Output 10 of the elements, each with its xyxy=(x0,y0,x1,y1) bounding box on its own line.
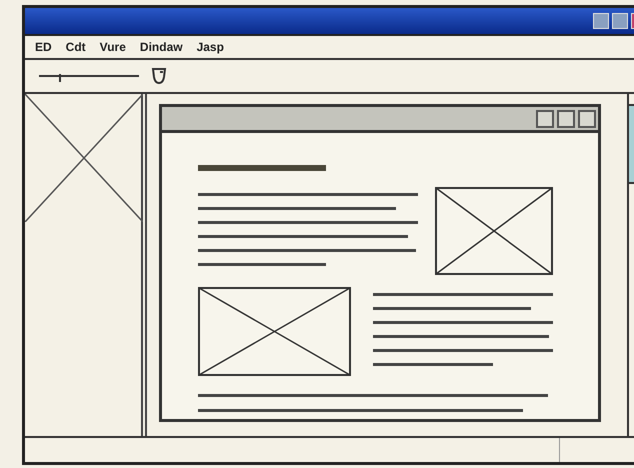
menu-item[interactable]: Cdt xyxy=(66,38,86,56)
slider[interactable] xyxy=(39,72,139,80)
minimize-button[interactable] xyxy=(536,110,554,128)
cup-icon[interactable] xyxy=(151,67,167,85)
menu-item[interactable]: ED xyxy=(35,38,52,56)
maximize-button[interactable] xyxy=(557,110,575,128)
close-button[interactable] xyxy=(578,110,596,128)
menu-item[interactable]: Dindaw xyxy=(140,38,183,56)
menu-item[interactable]: Jasp xyxy=(196,38,224,56)
menu-item[interactable]: Vure xyxy=(100,38,126,56)
